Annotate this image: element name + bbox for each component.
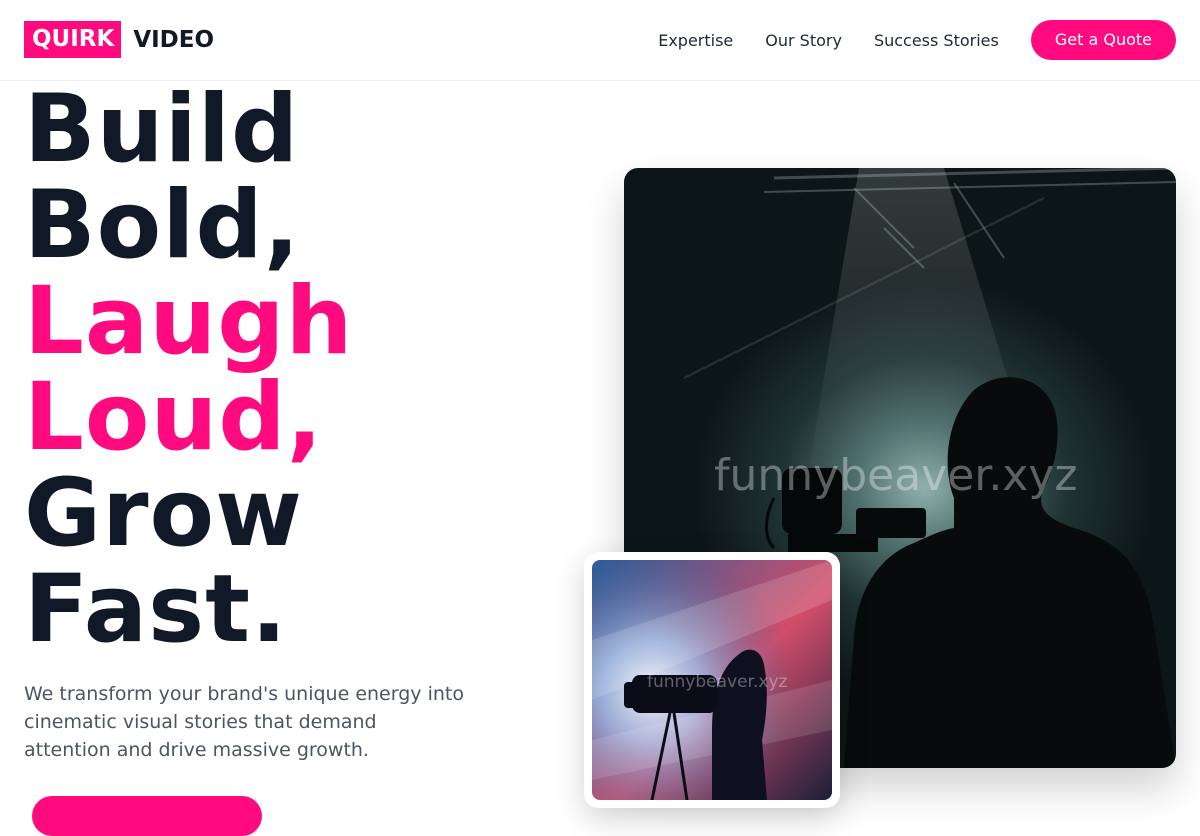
nav-link-our-story[interactable]: Our Story [765,31,842,50]
headline-line-accent: Loud, [24,363,324,472]
main-nav: Expertise Our Story Success Stories Get … [658,20,1176,60]
brand-logo[interactable]: QUIRK VIDEO [24,21,214,58]
nav-link-expertise[interactable]: Expertise [658,31,733,50]
hero-headline: Build Bold, Laugh Loud, Grow Fast. [24,82,353,658]
nav-link-success-stories[interactable]: Success Stories [874,31,999,50]
thumbnail-watermark: funnybeaver.xyz [647,672,788,692]
headline-line: Grow [24,459,303,568]
hero-subtitle: We transform your brand's unique energy … [24,683,464,761]
logo-badge: QUIRK [24,21,122,58]
headline-line-accent: Laugh [24,267,354,376]
headline-line: Bold, [24,171,301,280]
get-quote-button[interactable]: Get a Quote [1030,20,1176,60]
hero-cta-button[interactable] [32,796,262,836]
hero-thumbnail-card: funnybeaver.xyz [584,552,840,808]
headline-line: Fast. [24,555,288,664]
headline-line: Build [24,75,300,184]
hero-thumbnail-image: funnybeaver.xyz [592,560,832,800]
logo-word: VIDEO [133,26,215,53]
main-image-watermark: funnybeaver.xyz [714,450,1078,501]
top-navbar: QUIRK VIDEO Expertise Our Story Success … [0,0,1200,81]
